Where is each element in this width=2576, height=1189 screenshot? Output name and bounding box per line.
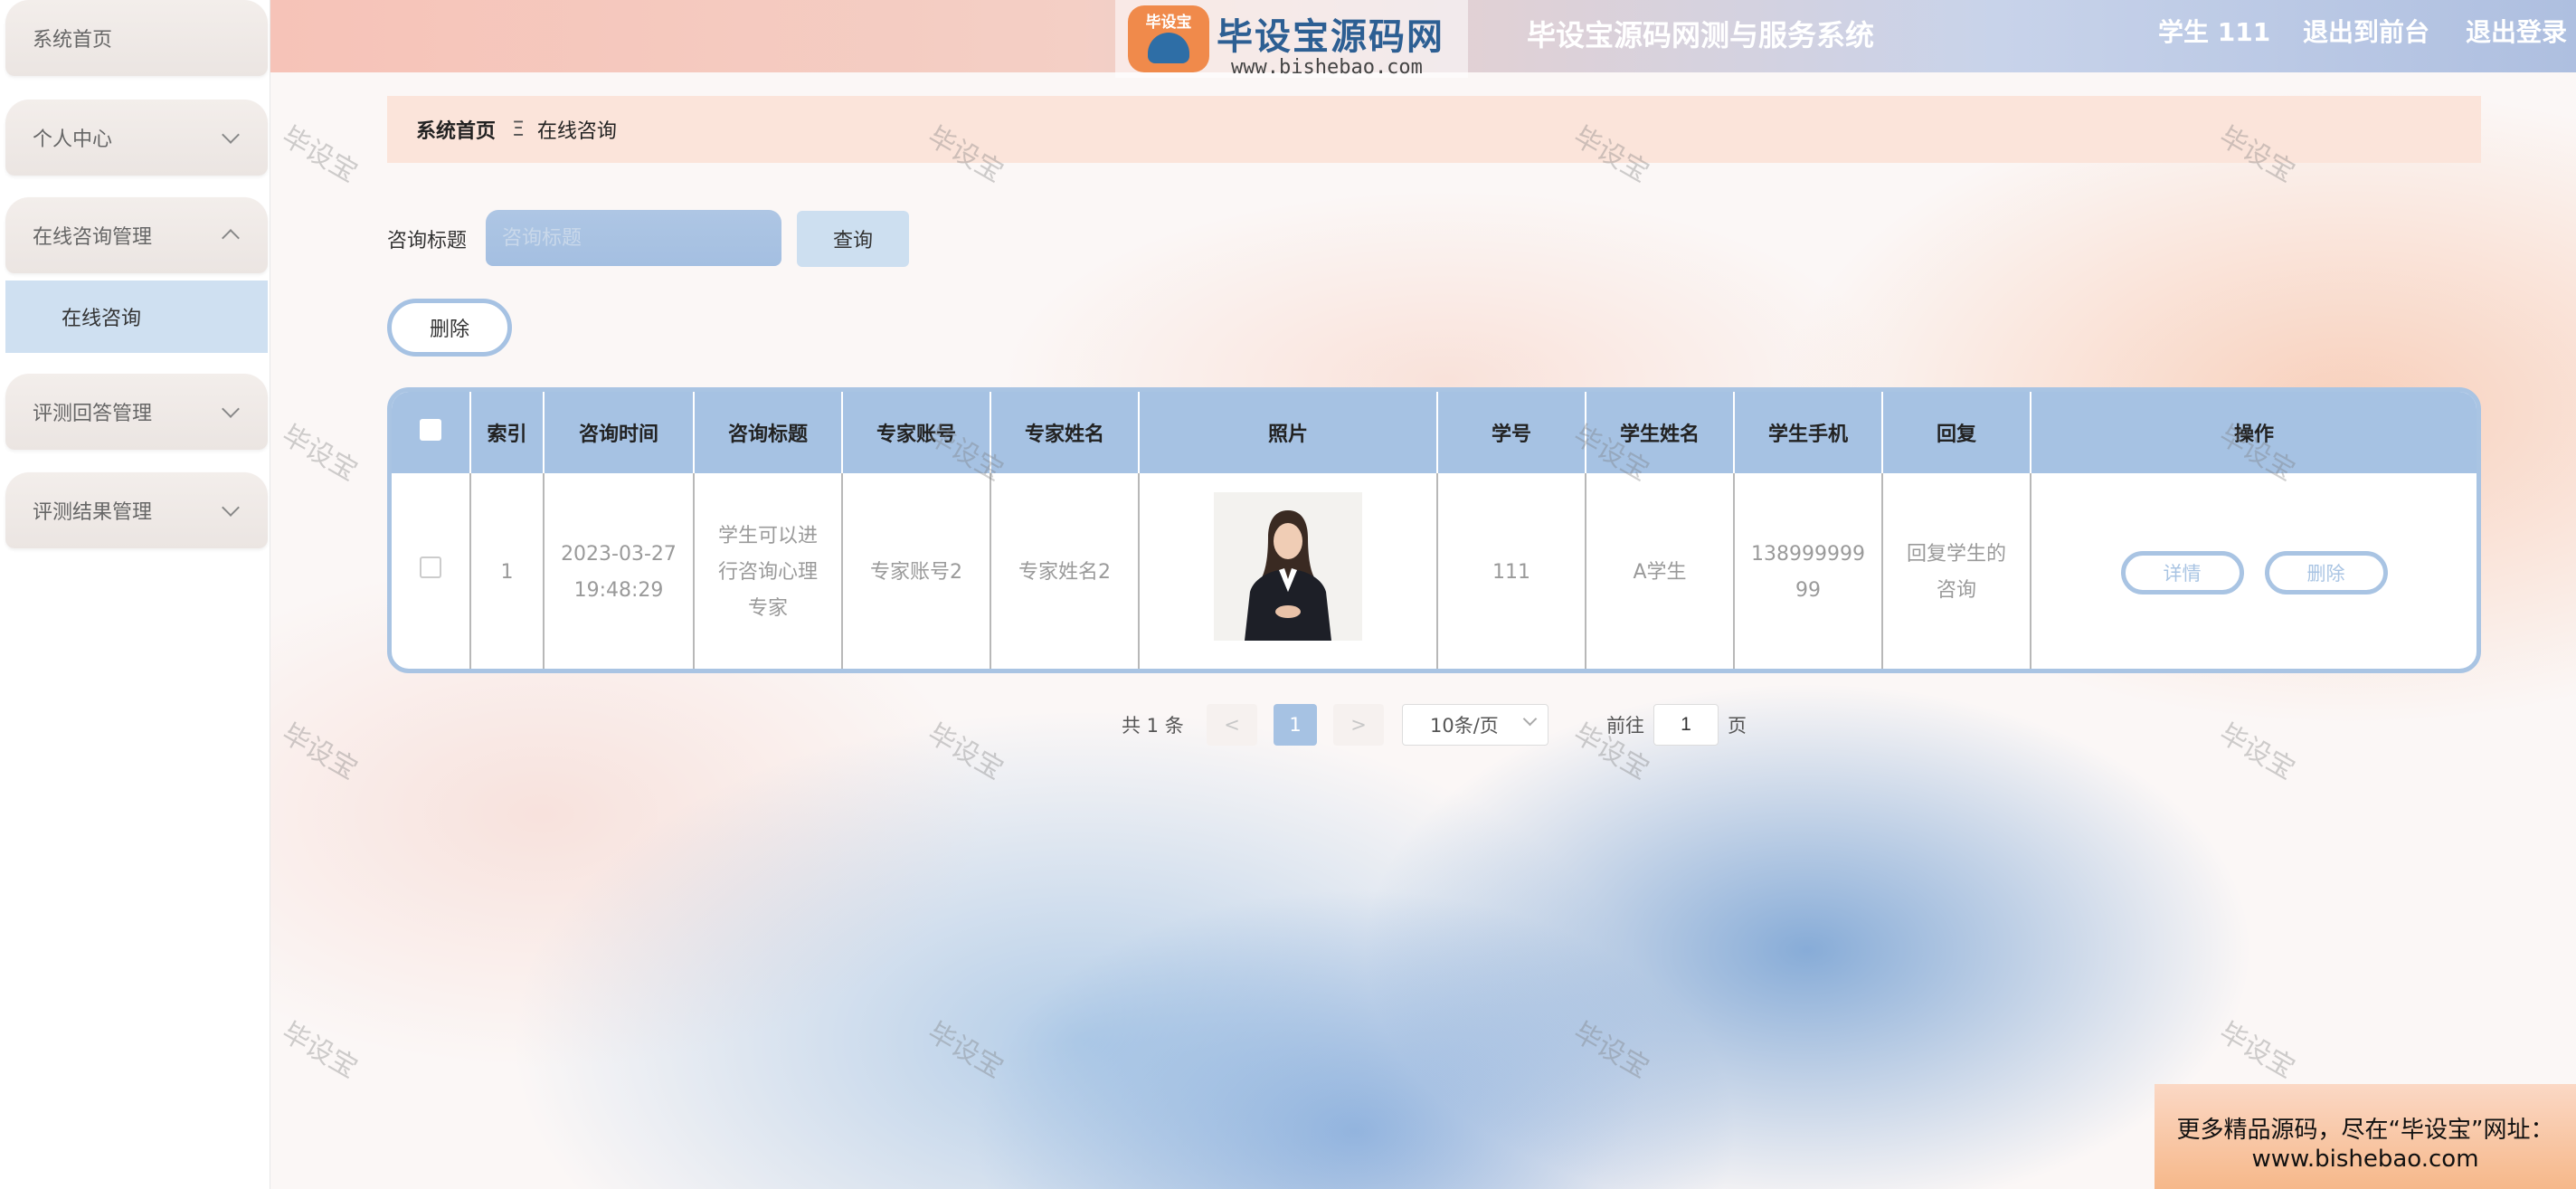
next-page-button[interactable]: > (1333, 704, 1384, 746)
row-checkbox[interactable] (420, 556, 441, 578)
promo-banner: 更多精品源码，尽在“毕设宝”网址： www.bishebao.com (2155, 1084, 2576, 1189)
column-header: 咨询时间 (544, 392, 695, 473)
prev-page-button[interactable]: < (1207, 704, 1257, 746)
search-label: 咨询标题 (387, 230, 468, 252)
system-title: 毕设宝源码网测与服务系统 (1527, 18, 1875, 52)
column-header: 学号 (1437, 392, 1586, 473)
column-header: 学生姓名 (1586, 392, 1735, 473)
cell-consult-time: 2023-03-27 19:48:29 (544, 473, 695, 669)
column-header: 专家账号 (842, 392, 991, 473)
column-header: 咨询标题 (694, 392, 843, 473)
column-header: 回复 (1882, 392, 2031, 473)
cell-reply: 回复学生的 咨询 (1882, 473, 2031, 669)
cell-reply-line: 回复学生的 (1906, 543, 2006, 566)
chevron-up-icon (222, 229, 240, 247)
sidebar-subitem-label: 在线咨询 (62, 308, 142, 330)
cell-consult-title: 学生可以进 行咨询心理 专家 (694, 473, 843, 669)
logo-url: www.bishebao.com (1231, 56, 1423, 79)
sidebar-item-label: 评测回答管理 (33, 403, 153, 425)
cell-actions: 详情 删除 (2031, 473, 2477, 669)
page-size-value: 10条/页 (1430, 715, 1499, 737)
pagination-total: 共 1 条 (1122, 715, 1184, 737)
logout-link[interactable]: 退出登录 (2466, 13, 2567, 49)
breadcrumb-current: 在线咨询 (536, 120, 617, 143)
column-header: 操作 (2031, 392, 2477, 473)
breadcrumb: 系统首页 Ξ 在线咨询 (387, 96, 2481, 163)
column-header: 照片 (1139, 392, 1438, 473)
goto-label: 前往 (1606, 715, 1644, 737)
cell-reply-line: 咨询 (1936, 579, 1976, 602)
cell-student-phone: 138999999 99 (1734, 473, 1883, 669)
goto-unit: 页 (1728, 715, 1747, 737)
cell-expert-account: 专家账号2 (842, 473, 991, 669)
sidebar-item-label: 评测结果管理 (33, 501, 153, 524)
breadcrumb-home[interactable]: 系统首页 (416, 115, 496, 144)
cell-time-date: 2023-03-27 (561, 543, 677, 566)
back-to-front-link[interactable]: 退出到前台 (2303, 13, 2429, 49)
goto-page-input[interactable] (1653, 704, 1719, 746)
logo-name: 毕设宝源码网 (1217, 16, 1444, 58)
bulk-delete-button[interactable]: 删除 (387, 299, 512, 357)
sidebar-subitem-online-consult[interactable]: 在线咨询 (5, 281, 268, 353)
page-size-select[interactable]: 10条/页 (1402, 704, 1548, 746)
sidebar-item-result-management[interactable]: 评测结果管理 (5, 472, 268, 548)
promo-line-1: 更多精品源码，尽在“毕设宝”网址： (2176, 1117, 2554, 1144)
sidebar-item-label: 在线咨询管理 (33, 226, 153, 249)
promo-line-2[interactable]: www.bishebao.com (2155, 1146, 2576, 1173)
search-button[interactable]: 查询 (797, 211, 909, 267)
row-select-cell (392, 473, 471, 669)
row-delete-button[interactable]: 删除 (2264, 551, 2388, 594)
site-logo: 毕设宝 毕设宝源码网 www.bishebao.com (1115, 0, 1468, 79)
column-header: 学生手机 (1734, 392, 1883, 473)
sidebar-item-label: 个人中心 (33, 128, 113, 151)
cell-title-line: 行咨询心理 (717, 561, 818, 584)
search-input[interactable] (486, 210, 781, 266)
chevron-down-icon (222, 400, 240, 418)
cell-index: 1 (470, 473, 545, 669)
sidebar-item-home[interactable]: 系统首页 (5, 0, 268, 76)
consult-table: 索引 咨询时间 咨询标题 专家账号 专家姓名 照片 学号 学生姓名 学生手机 回… (387, 387, 2481, 673)
chevron-down-icon (222, 126, 240, 144)
table-header-row: 索引 咨询时间 咨询标题 专家账号 专家姓名 照片 学号 学生姓名 学生手机 回… (392, 392, 2477, 473)
logo-badge-icon: 毕设宝 (1128, 5, 1209, 72)
cell-time-clock: 19:48:29 (573, 579, 664, 602)
cell-phone-line: 138999999 (1751, 543, 1865, 566)
cell-student-name: A学生 (1586, 473, 1735, 669)
select-all-header (392, 392, 471, 473)
sidebar-item-answer-management[interactable]: 评测回答管理 (5, 374, 268, 450)
sidebar-item-consult-management[interactable]: 在线咨询管理 (5, 197, 268, 273)
table-row: 1 2023-03-27 19:48:29 学生可以进 行咨询心理 专家 专家账… (392, 473, 2477, 669)
breadcrumb-separator: Ξ (512, 118, 525, 141)
current-user[interactable]: 学生 111 (2158, 13, 2270, 49)
select-all-checkbox[interactable] (420, 419, 441, 441)
sidebar-item-label: 系统首页 (33, 29, 113, 52)
cell-title-line: 学生可以进 (717, 525, 818, 547)
column-header: 索引 (470, 392, 545, 473)
column-header: 专家姓名 (990, 392, 1140, 473)
cell-phone-line: 99 (1795, 579, 1821, 602)
chevron-down-icon (222, 499, 240, 517)
cell-student-id: 111 (1437, 473, 1586, 669)
expert-photo (1214, 492, 1362, 641)
detail-button[interactable]: 详情 (2120, 551, 2244, 594)
chevron-down-icon (1522, 711, 1538, 727)
current-page[interactable]: 1 (1274, 704, 1317, 746)
sidebar: 系统首页 个人中心 在线咨询管理 在线咨询 评测回答管理 评测结果管理 (0, 0, 270, 1189)
sidebar-item-personal-center[interactable]: 个人中心 (5, 100, 268, 176)
cell-expert-name: 专家姓名2 (990, 473, 1140, 669)
cell-photo (1139, 473, 1438, 669)
cell-title-line: 专家 (747, 597, 788, 620)
